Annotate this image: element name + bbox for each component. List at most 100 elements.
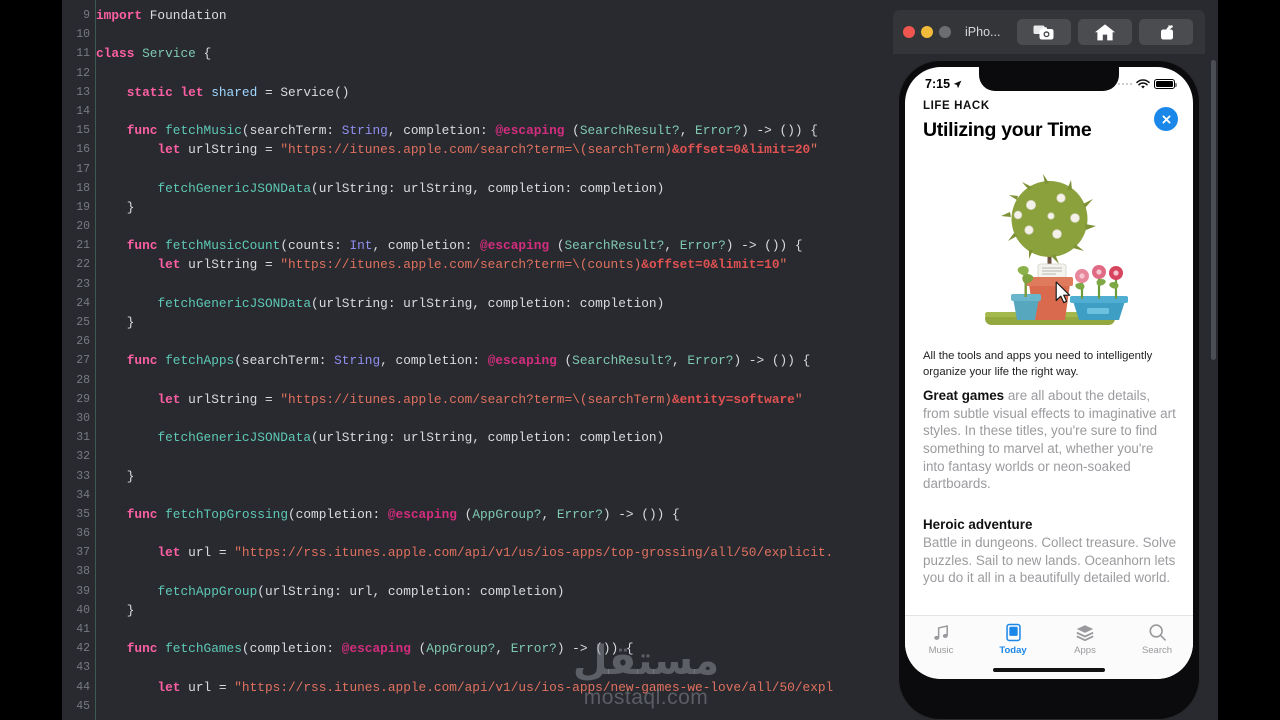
share-button[interactable] [1139, 19, 1194, 45]
code-token: func [126, 641, 158, 657]
camera-icon [1033, 25, 1054, 39]
today-card-icon [1005, 623, 1021, 642]
iphone-device-frame: 7:15 LIFE HACK Utilizing your Time All t… [898, 60, 1200, 720]
code-token: Int [349, 238, 373, 254]
code-token: Error? [679, 238, 726, 254]
code-token: "https://rss.itunes.apple.com/api/v1/us/… [234, 545, 834, 561]
share-icon [1161, 24, 1174, 39]
home-button[interactable] [1078, 19, 1133, 45]
line-number: 18 [76, 181, 90, 195]
code-token: } [96, 315, 135, 330]
code-token: , [664, 238, 680, 254]
close-card-button[interactable] [1154, 107, 1178, 131]
code-token: SearchResult? [579, 123, 680, 139]
code-token: String [334, 353, 381, 369]
code-token: (searchTerm: [241, 123, 342, 139]
tab-search[interactable]: Search [1121, 623, 1193, 656]
code-token: String [341, 123, 388, 139]
code-token: let [157, 142, 181, 158]
line-number: 29 [76, 392, 90, 406]
code-token: Service [142, 46, 196, 62]
screenshot-button[interactable] [1017, 19, 1072, 45]
code-token: , [679, 123, 696, 139]
code-token: let [157, 679, 181, 695]
code-token: fetchMusic [165, 123, 242, 139]
line-number: 16 [76, 143, 90, 157]
code-token: AppGroup? [472, 506, 542, 522]
tab-apps[interactable]: Apps [1049, 623, 1121, 656]
line-number: 38 [76, 565, 90, 579]
tab-search-label: Search [1141, 645, 1173, 656]
location-arrow-icon [953, 80, 962, 88]
code-token: @escaping [480, 238, 550, 254]
tab-today[interactable]: Today [977, 623, 1049, 656]
line-number: 30 [76, 411, 90, 425]
code-token: " [794, 391, 803, 407]
line-number: 44 [76, 680, 90, 694]
line-number: 37 [76, 546, 90, 560]
code-token: "https://rss.itunes.apple.com/api/v1/us/… [234, 679, 834, 695]
simulator-window-title: iPho... [965, 25, 1001, 39]
code-token: SearchResult? [564, 238, 665, 254]
code-token: Foundation [142, 8, 227, 23]
window-zoom-button[interactable] [939, 26, 951, 38]
code-token: SearchResult? [572, 353, 673, 369]
code-token: , completion: [380, 353, 488, 369]
status-bar-indicators [1117, 78, 1177, 90]
line-number: 31 [76, 431, 90, 445]
line-number: 10 [76, 28, 90, 42]
window-close-button[interactable] [903, 26, 915, 38]
code-token: fetchApps [165, 353, 235, 369]
code-token: shared [211, 84, 258, 100]
music-note-icon [933, 625, 948, 640]
line-number: 27 [76, 354, 90, 368]
code-token: fetchGenericJSONData [157, 295, 312, 311]
card-body-copy: Great games are all about the details, f… [923, 387, 1177, 493]
simulator-titlebar[interactable]: iPho... [893, 10, 1205, 54]
window-minimize-button[interactable] [921, 26, 933, 38]
editor-vertical-scrollbar[interactable] [1211, 60, 1216, 360]
code-token: "https://itunes.apple.com/search?term=\(… [280, 391, 672, 407]
close-icon [1161, 114, 1171, 124]
code-token: , completion: [387, 123, 496, 139]
status-bar-time: 7:15 [925, 77, 951, 91]
code-token: , completion: [372, 238, 481, 254]
status-bar-time-group: 7:15 [925, 77, 962, 91]
card-body-rest: are all about the details, from subtle v… [923, 388, 1176, 492]
line-number: 33 [76, 469, 90, 483]
code-token: func [126, 353, 158, 369]
code-token: ( [556, 353, 573, 369]
line-number: 26 [76, 335, 90, 349]
line-number: 17 [76, 162, 90, 176]
simulator-window: iPho... 7:15 LIFE HACK Utilizing your Ti… [893, 10, 1205, 720]
home-indicator[interactable] [993, 667, 1105, 672]
code-token: "https://itunes.apple.com/search?term=\(… [280, 257, 642, 273]
line-number: 14 [76, 104, 90, 118]
code-token: fetchGenericJSONData [157, 180, 312, 196]
line-number: 19 [76, 200, 90, 214]
line-number: 9 [83, 9, 90, 22]
code-token: " [779, 257, 788, 273]
code-token: func [126, 123, 158, 139]
mouse-cursor [1055, 281, 1072, 310]
code-token: , [672, 353, 688, 369]
tab-music[interactable]: Music [905, 623, 977, 656]
card-section-body: Battle in dungeons. Collect treasure. So… [923, 535, 1177, 586]
line-number: 13 [76, 85, 90, 99]
line-number: 24 [76, 296, 90, 310]
code-token: @escaping [487, 353, 557, 369]
code-token: ( [410, 641, 427, 657]
code-token: (searchTerm: [234, 353, 335, 369]
card-kicker: LIFE HACK [923, 100, 990, 112]
line-number: 12 [76, 66, 90, 80]
phone-screen[interactable]: 7:15 LIFE HACK Utilizing your Time All t… [905, 67, 1193, 679]
code-token: "https://itunes.apple.com/search?term=\(… [280, 142, 672, 158]
